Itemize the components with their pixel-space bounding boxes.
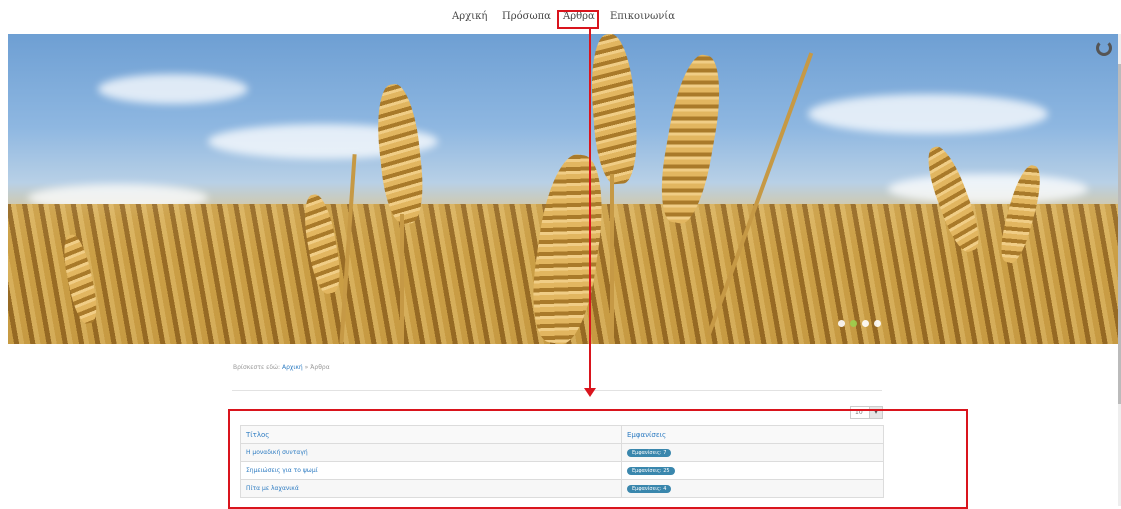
breadcrumb-current: Άρθρα: [310, 364, 330, 371]
annotation-arrow-head: [584, 388, 596, 397]
breadcrumb: Βρίσκεστε εδώ: Αρχική » Άρθρα: [233, 364, 330, 371]
content-divider: [232, 390, 882, 391]
wheat-stem: [610, 174, 614, 344]
breadcrumb-separator: »: [304, 364, 309, 371]
slider-dot[interactable]: [874, 320, 881, 327]
slider-dot[interactable]: [862, 320, 869, 327]
slider-pagination: [838, 320, 881, 327]
cloud: [888, 174, 1088, 204]
refresh-icon[interactable]: [1096, 40, 1112, 56]
slider-dot-active[interactable]: [850, 320, 857, 327]
top-navigation: Αρχική Πρόσωπα Άρθρα Επικοινωνία: [0, 0, 1121, 34]
nav-item-people[interactable]: Πρόσωπα: [502, 11, 551, 22]
nav-item-home[interactable]: Αρχική: [452, 11, 487, 22]
table-highlight-box: [228, 409, 968, 509]
wheat-ear: [653, 51, 729, 227]
hero-slider: [8, 34, 1118, 344]
nav-item-contact[interactable]: Επικοινωνία: [610, 11, 675, 22]
nav-highlight-box: [557, 10, 599, 29]
breadcrumb-home-link[interactable]: Αρχική: [282, 364, 303, 371]
wheat-ear: [587, 34, 641, 186]
wheat-stem: [400, 214, 404, 344]
breadcrumb-prefix: Βρίσκεστε εδώ:: [233, 364, 281, 371]
slider-dot[interactable]: [838, 320, 845, 327]
cloud: [98, 74, 248, 104]
annotation-arrow-line: [589, 29, 591, 391]
cloud: [808, 94, 1048, 134]
